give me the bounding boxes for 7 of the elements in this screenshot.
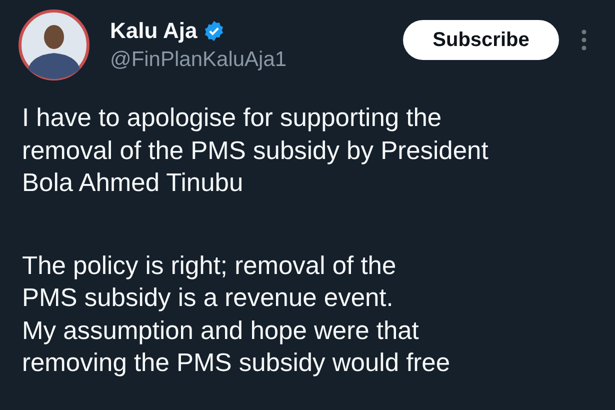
author-handle: @FinPlanKaluAja1	[110, 48, 288, 72]
subscribe-button[interactable]: Subscribe	[403, 20, 559, 60]
avatar	[18, 9, 90, 81]
author-name: Kalu Aja	[110, 18, 198, 44]
tweet-paragraph: I have to apologise for supporting the removal of the PMS subsidy by President Bola Ahmed Tinubu	[22, 103, 490, 199]
more-options-icon[interactable]	[581, 28, 587, 52]
tweet-paragraph: The policy is right; removal of the PMS subsidy is a revenue event. My assumption and hope were that removing the PMS subsidy would free	[22, 250, 452, 379]
